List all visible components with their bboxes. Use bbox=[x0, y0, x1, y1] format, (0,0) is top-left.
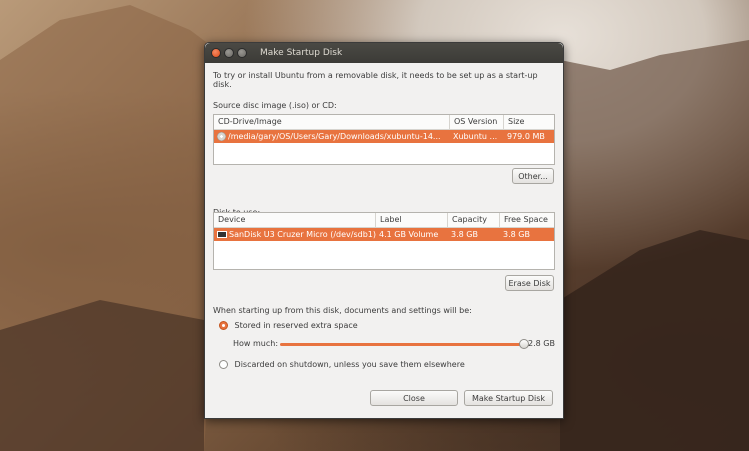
col-size[interactable]: Size bbox=[504, 115, 554, 129]
source-label: Source disc image (.iso) or CD: bbox=[213, 101, 337, 110]
source-size: 979.0 MB bbox=[507, 132, 545, 141]
disk-device: SanDisk U3 Cruzer Micro (/dev/sdb1) bbox=[229, 230, 376, 239]
table-row[interactable]: SanDisk U3 Cruzer Micro (/dev/sdb1) 4.1 … bbox=[214, 228, 554, 241]
erase-disk-button[interactable]: Erase Disk bbox=[505, 275, 554, 291]
make-startup-disk-window: Make Startup Disk To try or install Ubun… bbox=[204, 42, 564, 419]
usb-drive-icon bbox=[217, 231, 227, 238]
disk-free-space: 3.8 GB bbox=[503, 230, 530, 239]
disk-table[interactable]: Device Label Capacity Free Space SanDisk… bbox=[213, 212, 555, 270]
close-button[interactable]: Close bbox=[370, 390, 458, 406]
intro-text: To try or install Ubuntu from a removabl… bbox=[213, 71, 538, 89]
minimize-window-icon[interactable] bbox=[224, 48, 234, 58]
stored-radio[interactable] bbox=[219, 321, 228, 330]
title-bar: Make Startup Disk bbox=[205, 43, 563, 63]
maximize-window-icon[interactable] bbox=[237, 48, 247, 58]
discarded-option[interactable]: Discarded on shutdown, unless you save t… bbox=[219, 360, 465, 369]
discarded-label: Discarded on shutdown, unless you save t… bbox=[234, 360, 465, 369]
col-device[interactable]: Device bbox=[214, 213, 376, 227]
window-title: Make Startup Disk bbox=[260, 48, 343, 58]
col-cd-drive-image[interactable]: CD-Drive/Image bbox=[214, 115, 450, 129]
col-capacity[interactable]: Capacity bbox=[448, 213, 500, 227]
source-table-header: CD-Drive/Image OS Version Size bbox=[214, 115, 554, 130]
make-startup-disk-button[interactable]: Make Startup Disk bbox=[464, 390, 553, 406]
persistence-prompt: When starting up from this disk, documen… bbox=[213, 306, 472, 315]
source-table[interactable]: CD-Drive/Image OS Version Size /media/ga… bbox=[213, 114, 555, 165]
source-image-path: /media/gary/OS/Users/Gary/Downloads/xubu… bbox=[228, 132, 441, 141]
disc-image-icon bbox=[217, 132, 226, 141]
disk-volume-label: 4.1 GB Volume bbox=[379, 230, 439, 239]
col-free-space[interactable]: Free Space bbox=[500, 213, 552, 227]
col-os-version[interactable]: OS Version bbox=[450, 115, 504, 129]
dialog-content: To try or install Ubuntu from a removabl… bbox=[205, 63, 563, 406]
how-much-value: 2.8 GB bbox=[528, 339, 555, 348]
how-much-label: How much: bbox=[233, 339, 279, 348]
source-os-version: Xubuntu ... bbox=[453, 132, 498, 141]
close-window-icon[interactable] bbox=[211, 48, 221, 58]
col-label[interactable]: Label bbox=[376, 213, 448, 227]
reserved-space-slider[interactable] bbox=[280, 339, 529, 349]
disk-capacity: 3.8 GB bbox=[451, 230, 478, 239]
other-button[interactable]: Other... bbox=[512, 168, 554, 184]
stored-label: Stored in reserved extra space bbox=[234, 321, 358, 330]
disk-table-header: Device Label Capacity Free Space bbox=[214, 213, 554, 228]
discarded-radio[interactable] bbox=[219, 360, 228, 369]
stored-option[interactable]: Stored in reserved extra space bbox=[219, 321, 358, 330]
table-row[interactable]: /media/gary/OS/Users/Gary/Downloads/xubu… bbox=[214, 130, 554, 143]
